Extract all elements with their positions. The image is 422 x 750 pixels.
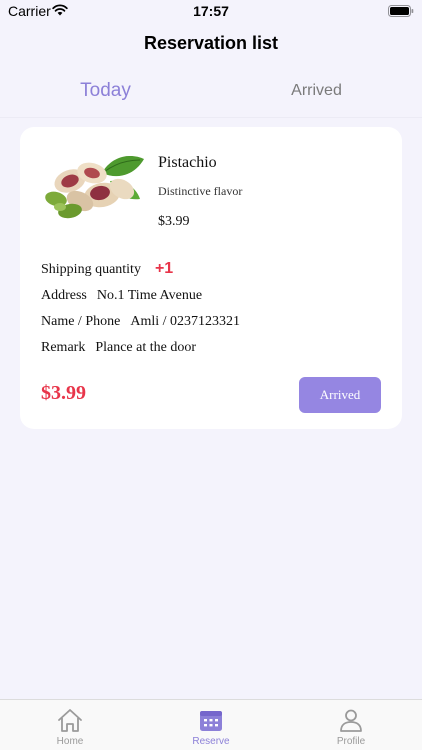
address-label: Address — [41, 288, 87, 303]
arrived-button[interactable]: Arrived — [299, 377, 381, 413]
tabs-divider — [0, 117, 422, 118]
status-bar: Carrier 17:57 — [0, 0, 422, 24]
nav-reserve-label: Reserve — [192, 736, 230, 747]
shipping-quantity-label: Shipping quantity — [41, 262, 141, 277]
shipping-quantity-value: +1 — [154, 260, 174, 277]
page-title: Reservation list — [143, 33, 279, 53]
total-price: $3.99 — [41, 382, 86, 404]
tab-today[interactable]: Today — [0, 80, 211, 102]
nav-profile[interactable]: Profile — [281, 700, 421, 750]
product-name: Pistachio — [158, 154, 217, 171]
nav-reserve[interactable]: Reserve — [141, 700, 281, 750]
bottom-nav: Home Reserve Profile — [0, 699, 422, 750]
battery-icon — [388, 5, 414, 17]
name-phone-row: Name / Phone Amli / 0237123321 — [41, 314, 240, 330]
screen: Carrier 17:57 Reservation list Today Arr… — [0, 0, 422, 750]
remark-row: Remark Plance at the door — [41, 340, 196, 356]
shipping-quantity-row: Shipping quantity +1 — [41, 260, 173, 278]
product-description: Distinctive flavor — [158, 184, 243, 198]
pistachio-image — [45, 155, 144, 219]
clock-time: 17:57 — [193, 3, 229, 19]
reservation-card: Pistachio Distinctive flavor $3.99 Shipp… — [20, 127, 402, 429]
tab-arrived[interactable]: Arrived — [211, 82, 422, 100]
home-icon — [58, 709, 82, 732]
calendar-icon — [200, 711, 222, 731]
remark-value: Plance at the door — [95, 340, 197, 355]
remark-label: Remark — [41, 340, 86, 355]
name-phone-label: Name / Phone — [41, 314, 121, 329]
address-row: Address No.1 Time Avenue — [41, 288, 202, 304]
nav-profile-label: Profile — [336, 736, 366, 747]
product-price: $3.99 — [158, 214, 190, 229]
nav-home[interactable]: Home — [0, 700, 140, 750]
nav-home-label: Home — [56, 736, 84, 747]
address-value: No.1 Time Avenue — [96, 288, 203, 303]
person-icon — [340, 709, 362, 732]
name-phone-value: Amli / 0237123321 — [130, 314, 240, 329]
